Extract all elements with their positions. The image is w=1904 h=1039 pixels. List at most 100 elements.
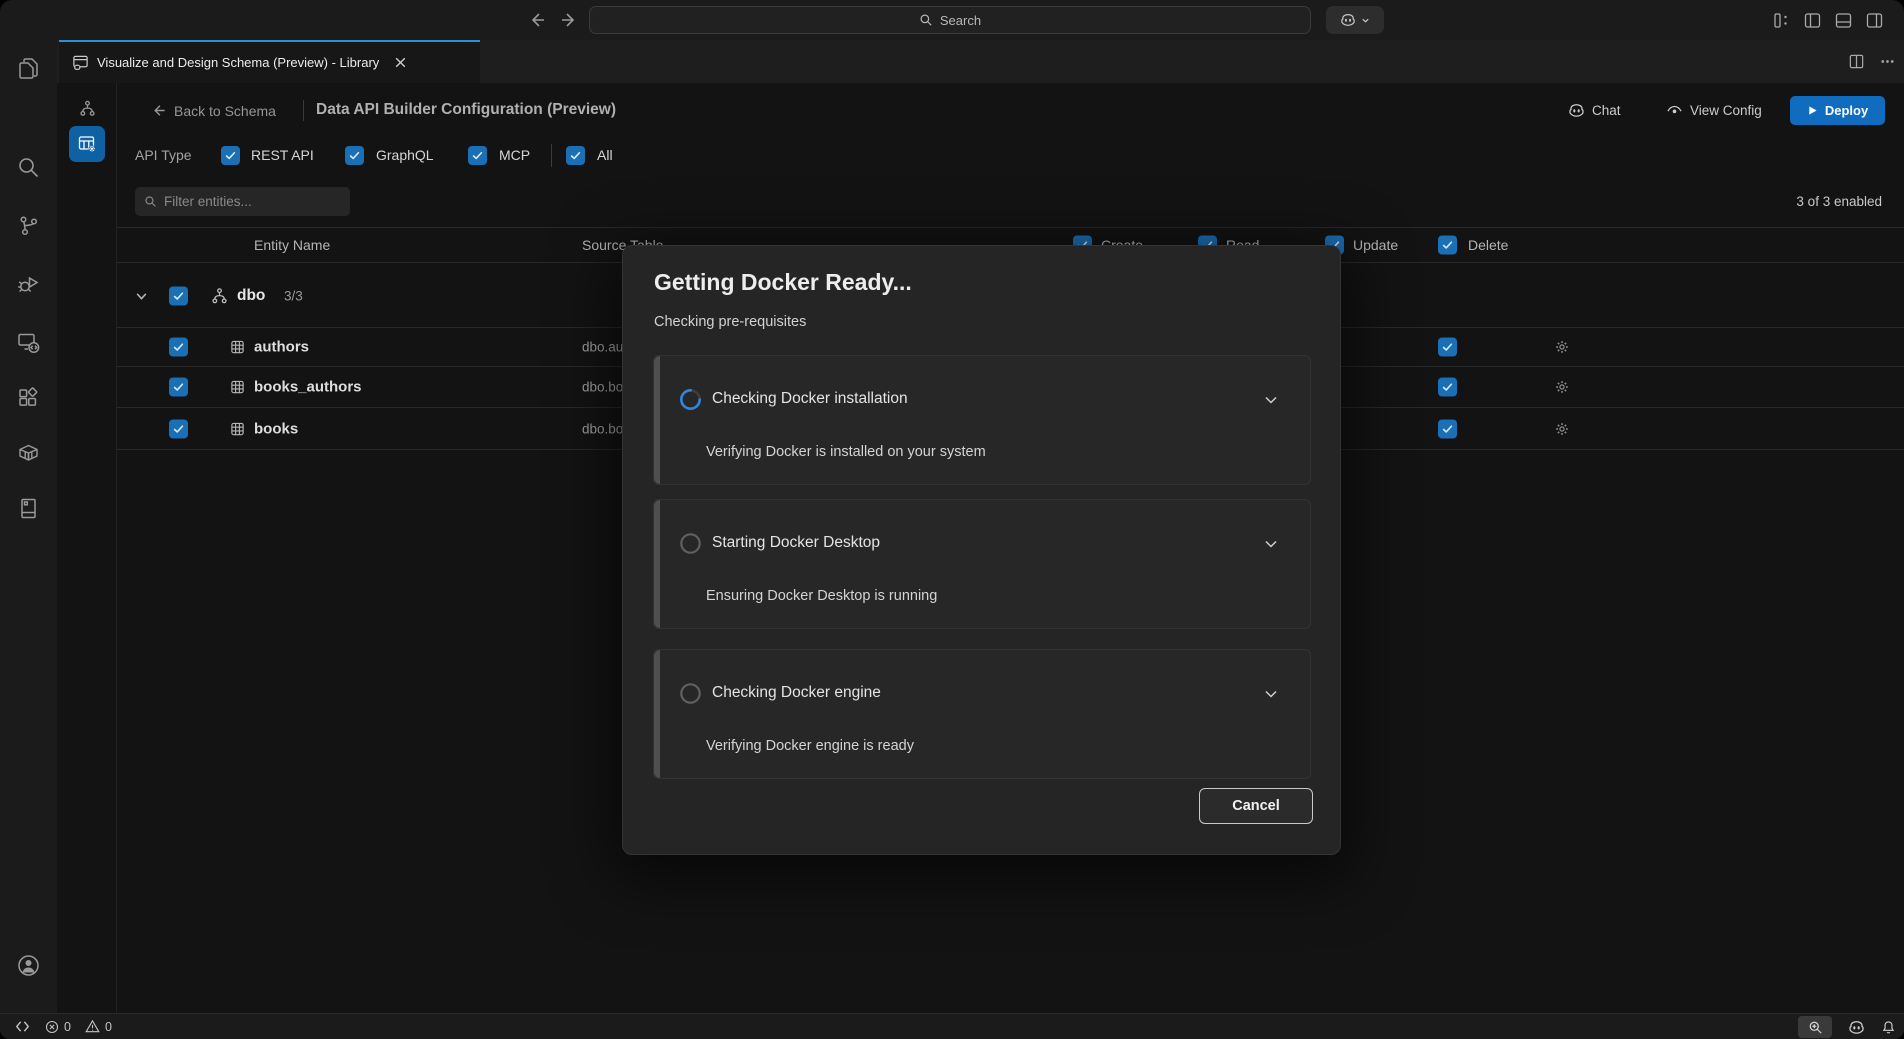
step-checking-docker-engine: Checking Docker engine Verifying Docker …: [653, 649, 1311, 779]
remote-explorer-icon[interactable]: [16, 330, 41, 355]
row-enabled-checkbox[interactable]: [169, 419, 188, 438]
group-name: dbo: [237, 287, 265, 305]
explorer-icon[interactable]: [16, 56, 41, 81]
filter-search-icon: [144, 195, 157, 208]
customize-layout-icon[interactable]: [1772, 11, 1791, 30]
table-grid-icon: [230, 380, 245, 395]
toggle-primary-sidebar-icon[interactable]: [1803, 11, 1822, 30]
copilot-status-icon[interactable]: [1848, 1019, 1865, 1036]
dbo-group-checkbox[interactable]: [169, 286, 188, 305]
filter-entities-box: [135, 187, 350, 216]
mcp-label: MCP: [499, 147, 530, 163]
api-type-divider: [551, 144, 552, 167]
status-bar: 0 0: [0, 1013, 1904, 1039]
run-and-debug-icon[interactable]: [16, 271, 41, 296]
warning-icon: [85, 1019, 100, 1034]
toggle-panel-icon[interactable]: [1834, 11, 1853, 30]
zoom-status-button[interactable]: [1798, 1016, 1832, 1038]
table-grid-icon: [230, 421, 245, 436]
extensions-icon[interactable]: [16, 386, 41, 411]
schema-diagram-view-icon[interactable]: [79, 100, 96, 117]
split-editor-icon[interactable]: [1848, 53, 1865, 70]
chevron-down-icon[interactable]: [1262, 685, 1280, 703]
all-checkbox[interactable]: [566, 146, 585, 165]
step-accent-bar: [654, 650, 660, 778]
command-search-box[interactable]: Search: [589, 6, 1311, 34]
entity-name: books_authors: [254, 379, 362, 396]
account-icon[interactable]: [16, 953, 41, 978]
editor-actions: [1848, 40, 1896, 83]
view-config-button[interactable]: View Config: [1666, 102, 1762, 119]
zoom-in-icon: [1808, 1020, 1823, 1035]
entity-name: books: [254, 420, 298, 437]
containers-icon[interactable]: [16, 440, 41, 465]
step-title: Starting Docker Desktop: [712, 534, 880, 552]
step-accent-bar: [654, 500, 660, 628]
row-settings-gear-icon[interactable]: [1554, 379, 1570, 395]
database-projects-icon[interactable]: [16, 496, 41, 521]
deploy-label: Deploy: [1825, 103, 1868, 118]
search-view-icon[interactable]: [16, 155, 41, 180]
notifications-bell-icon[interactable]: [1881, 1020, 1896, 1035]
vscode-window: Search: [0, 0, 1904, 1039]
pending-circle-icon: [679, 682, 702, 705]
screenshot-root: Search: [0, 0, 1904, 1039]
graphql-label: GraphQL: [376, 147, 434, 163]
more-actions-icon[interactable]: [1879, 53, 1896, 70]
filter-entities-input[interactable]: [164, 194, 341, 209]
cancel-button[interactable]: Cancel: [1199, 788, 1313, 824]
chevron-down-icon[interactable]: [1262, 391, 1280, 409]
deploy-button[interactable]: Deploy: [1790, 96, 1885, 125]
step-description: Ensuring Docker Desktop is running: [706, 588, 937, 604]
all-label: All: [597, 147, 613, 163]
back-arrow-icon[interactable]: [150, 102, 167, 119]
eye-icon: [1666, 102, 1683, 119]
copilot-menu-button[interactable]: [1326, 6, 1384, 34]
dialog-title: Getting Docker Ready...: [654, 269, 912, 296]
chevron-down-icon[interactable]: [1262, 535, 1280, 553]
graphql-checkbox[interactable]: [345, 146, 364, 165]
step-starting-docker-desktop: Starting Docker Desktop Ensuring Docker …: [653, 499, 1311, 629]
expand-chevron-icon[interactable]: [134, 288, 149, 303]
rest-api-checkbox[interactable]: [221, 146, 240, 165]
step-checking-docker-installation: Checking Docker installation Verifying D…: [653, 355, 1311, 485]
row-enabled-checkbox[interactable]: [169, 338, 188, 357]
header-divider: [303, 100, 304, 121]
tab-close-icon[interactable]: [393, 55, 408, 70]
enabled-summary: 3 of 3 enabled: [1700, 194, 1882, 209]
mcp-checkbox[interactable]: [468, 146, 487, 165]
step-accent-bar: [654, 356, 660, 484]
warnings-status[interactable]: 0: [85, 1019, 112, 1034]
step-description: Verifying Docker is installed on your sy…: [706, 444, 986, 460]
row-settings-gear-icon[interactable]: [1554, 421, 1570, 437]
row-settings-gear-icon[interactable]: [1554, 339, 1570, 355]
title-bar: Search: [0, 0, 1904, 40]
back-to-schema-link[interactable]: Back to Schema: [174, 103, 276, 119]
data-api-builder-view-button[interactable]: [69, 126, 105, 162]
error-icon: [45, 1020, 59, 1034]
nav-forward-icon[interactable]: [559, 10, 579, 30]
api-type-label: API Type: [135, 147, 192, 163]
remote-indicator-icon[interactable]: [14, 1020, 31, 1033]
chat-button[interactable]: Chat: [1568, 102, 1621, 119]
entity-name: authors: [254, 339, 309, 356]
delete-all-checkbox[interactable]: [1438, 236, 1457, 255]
row-delete-checkbox[interactable]: [1438, 338, 1457, 357]
activity-bar: [0, 40, 57, 1013]
step-title: Checking Docker installation: [712, 390, 908, 408]
row-delete-checkbox[interactable]: [1438, 419, 1457, 438]
errors-status[interactable]: 0: [45, 1020, 71, 1034]
row-enabled-checkbox[interactable]: [169, 378, 188, 397]
search-icon: [919, 13, 933, 27]
getting-docker-ready-dialog: Getting Docker Ready... Checking pre-req…: [622, 245, 1341, 855]
row-delete-checkbox[interactable]: [1438, 378, 1457, 397]
rest-api-label: REST API: [251, 147, 314, 163]
toggle-secondary-sidebar-icon[interactable]: [1865, 11, 1884, 30]
nav-back-icon[interactable]: [527, 10, 547, 30]
spinner-icon: [679, 388, 702, 411]
pending-circle-icon: [679, 532, 702, 555]
col-entity-name: Entity Name: [254, 237, 330, 253]
source-control-icon[interactable]: [16, 213, 41, 238]
search-label: Search: [940, 13, 981, 28]
tab-visualize-design-schema[interactable]: Visualize and Design Schema (Preview) - …: [59, 40, 480, 83]
